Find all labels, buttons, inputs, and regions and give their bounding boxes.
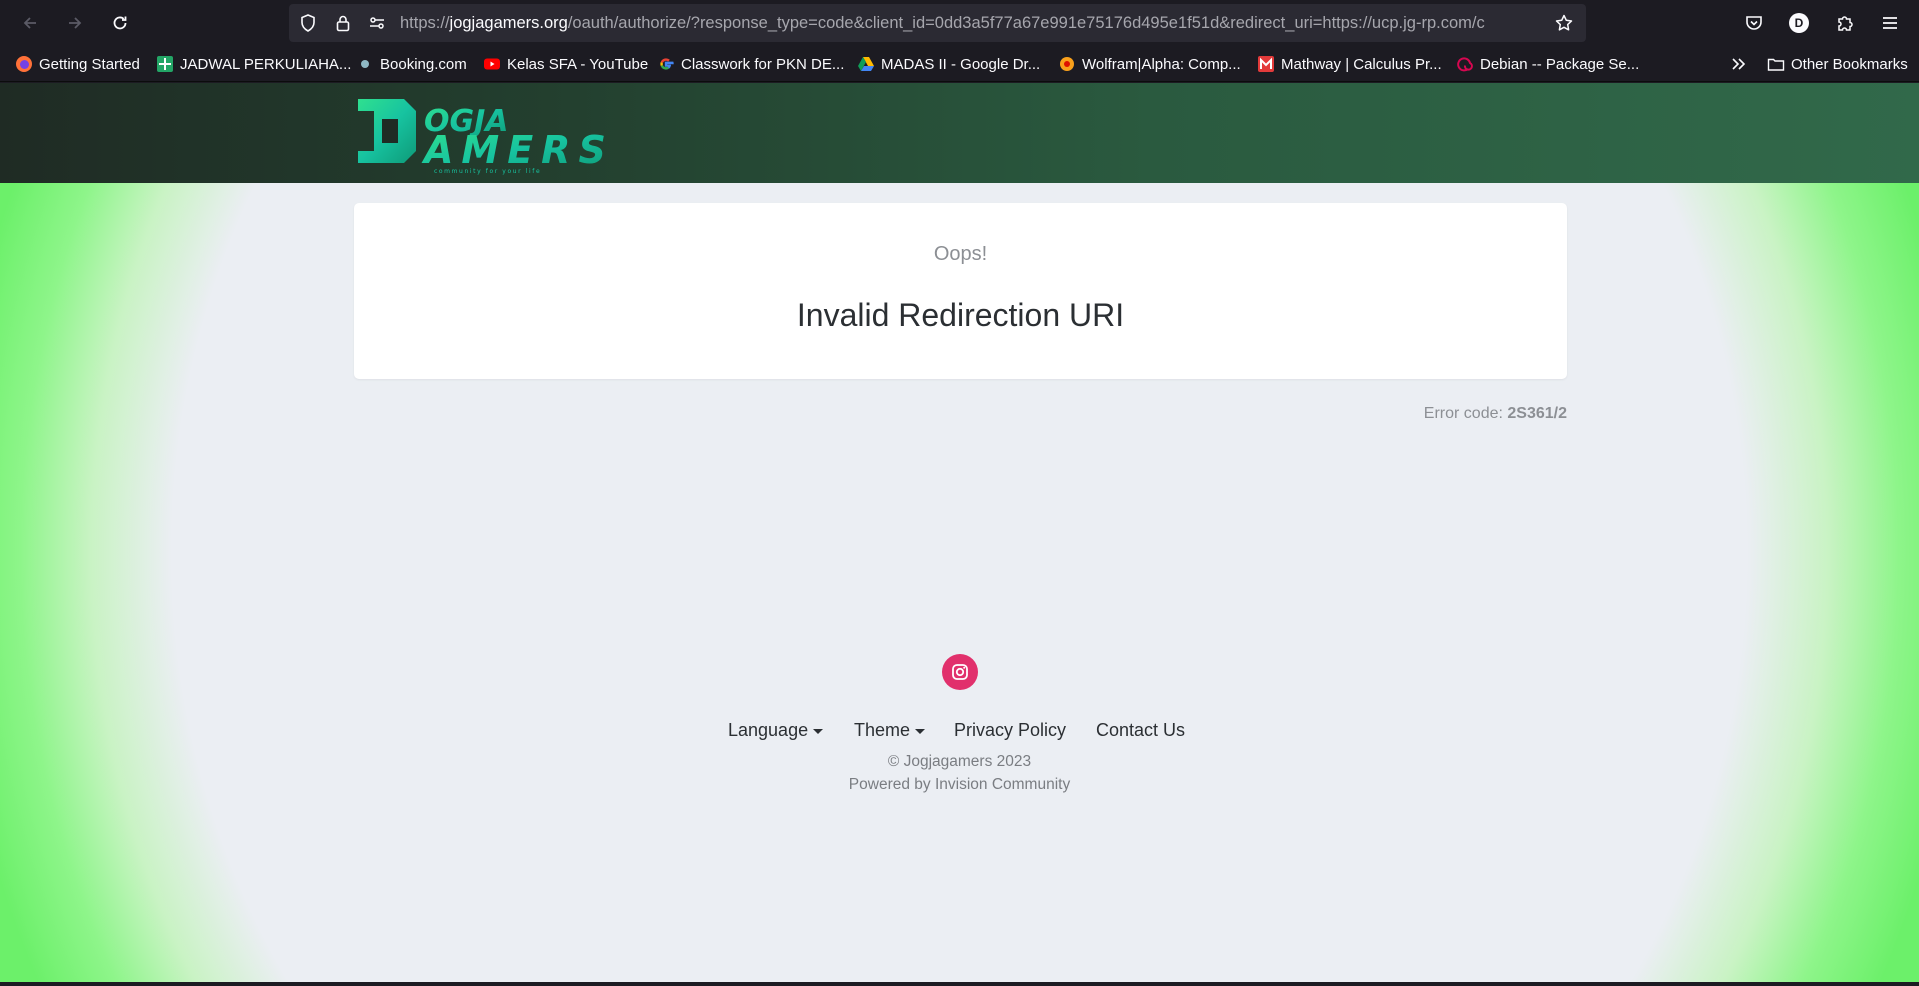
logo-text-bottom: AMERS xyxy=(421,128,614,172)
bookmark-item[interactable]: JADWAL PERKULIAHA... xyxy=(156,52,351,76)
reload-icon xyxy=(113,16,127,30)
reload-button[interactable] xyxy=(105,8,135,38)
language-label: Language xyxy=(728,720,809,740)
bookmark-label: Classwork for PKN DE... xyxy=(681,55,845,73)
bookmark-item[interactable]: Kelas SFA - YouTube xyxy=(483,52,648,76)
error-code-value: 2S361/2 xyxy=(1507,405,1567,422)
copyright-text: © Jogjagamers 2023 xyxy=(887,753,1032,770)
bookmark-label: MADAS II - Google Dr... xyxy=(881,55,1041,73)
bottom-edge xyxy=(0,982,1919,986)
logo-tagline: community for your life xyxy=(434,168,541,175)
language-menu[interactable]: Language xyxy=(728,720,824,741)
bookmarks-overflow-button[interactable] xyxy=(1729,52,1753,76)
error-code: Error code: 2S361/2 xyxy=(1200,405,1567,423)
url-host: jogjagamers.org xyxy=(449,14,568,32)
bookmark-label: Booking.com xyxy=(380,55,467,73)
arrow-right-icon xyxy=(69,17,82,29)
permissions-button[interactable] xyxy=(367,13,387,33)
pocket-icon xyxy=(1746,16,1762,30)
extensions-button[interactable] xyxy=(1831,9,1859,37)
bookmark-page-button[interactable] xyxy=(1554,13,1574,33)
url-text[interactable]: https://jogjagamers.org/oauth/authorize/… xyxy=(400,4,1520,42)
bookmark-item[interactable]: MADAS II - Google Dr... xyxy=(857,52,1040,76)
bookmark-label: Kelas SFA - YouTube xyxy=(507,55,649,73)
bookmark-label: Getting Started xyxy=(39,55,140,73)
star-icon xyxy=(1555,14,1573,31)
privacy-policy-link[interactable]: Privacy Policy xyxy=(954,720,1066,741)
google-icon xyxy=(657,55,675,73)
booking-icon xyxy=(356,55,374,73)
mathway-icon xyxy=(1257,55,1275,73)
folder-icon xyxy=(1767,55,1785,73)
bookmark-item[interactable]: Debian -- Package Se... xyxy=(1456,52,1639,76)
theme-label: Theme xyxy=(854,720,911,740)
debian-icon xyxy=(1456,55,1474,73)
sliders-icon xyxy=(370,17,384,29)
page-content: OGJA AMERS community for your life Oops!… xyxy=(0,83,1919,986)
youtube-icon xyxy=(483,55,501,73)
bookmark-label: Wolfram|Alpha: Comp... xyxy=(1082,55,1241,73)
bookmark-label: Debian -- Package Se... xyxy=(1480,55,1640,73)
back-button[interactable] xyxy=(15,8,45,38)
google-drive-icon xyxy=(857,55,875,73)
forward-button[interactable] xyxy=(60,8,90,38)
error-heading: Oops! xyxy=(933,243,988,265)
sheets-icon xyxy=(156,55,174,73)
browser-toolbar: https://jogjagamers.org/oauth/authorize/… xyxy=(0,0,1919,46)
privacy-label: Privacy Policy xyxy=(954,720,1067,740)
other-bookmarks-folder[interactable]: Other Bookmarks xyxy=(1767,52,1908,76)
footer-links: Language Theme Privacy Policy Contact Us xyxy=(0,720,1919,748)
puzzle-icon xyxy=(1838,16,1853,31)
site-header: OGJA AMERS community for your life xyxy=(0,83,1919,183)
bookmark-label: Mathway | Calculus Pr... xyxy=(1281,55,1442,73)
hamburger-icon xyxy=(1883,17,1897,29)
powered-by: Powered by Invision Community xyxy=(0,776,1919,794)
error-message: Invalid Redirection URI xyxy=(796,297,1125,333)
lock-icon xyxy=(336,15,350,32)
instagram-link[interactable] xyxy=(942,654,978,690)
bookmark-item[interactable]: Mathway | Calculus Pr... xyxy=(1257,52,1442,76)
other-bookmarks-label: Other Bookmarks xyxy=(1791,55,1908,73)
contact-label: Contact Us xyxy=(1096,720,1186,740)
bookmarks-toolbar: Getting Started JADWAL PERKULIAHA... Boo… xyxy=(0,46,1919,82)
tracking-protection-button[interactable] xyxy=(298,13,318,33)
caret-down-icon xyxy=(915,726,926,736)
error-code-label: Error code: xyxy=(1423,405,1503,422)
firefox-icon xyxy=(15,55,33,73)
bookmark-item[interactable]: Booking.com xyxy=(356,52,467,76)
bookmark-item[interactable]: Getting Started xyxy=(15,52,140,76)
site-logo[interactable]: OGJA AMERS community for your life xyxy=(352,91,682,175)
contact-us-link[interactable]: Contact Us xyxy=(1096,720,1185,741)
wolfram-icon xyxy=(1058,55,1076,73)
caret-down-icon xyxy=(813,726,824,736)
pocket-button[interactable] xyxy=(1740,9,1768,37)
app-menu-button[interactable] xyxy=(1876,9,1904,37)
url-path: /oauth/authorize/?response_type=code&cli… xyxy=(567,14,1485,32)
url-bar[interactable]: https://jogjagamers.org/oauth/authorize/… xyxy=(289,4,1586,42)
powered-by-link[interactable]: Powered by Invision Community xyxy=(849,776,1070,793)
bookmark-item[interactable]: Wolfram|Alpha: Comp... xyxy=(1058,52,1241,76)
site-security-button[interactable] xyxy=(333,13,353,33)
error-card: Oops! Invalid Redirection URI xyxy=(354,203,1567,379)
url-scheme: https:// xyxy=(400,14,450,32)
avatar: D xyxy=(1789,13,1809,33)
chevrons-right-icon xyxy=(1729,55,1747,73)
account-button[interactable]: D xyxy=(1785,9,1813,37)
instagram-icon xyxy=(952,664,968,680)
theme-menu[interactable]: Theme xyxy=(854,720,926,741)
shield-icon xyxy=(301,14,315,32)
bookmark-label: JADWAL PERKULIAHA... xyxy=(180,55,352,73)
bookmark-item[interactable]: Classwork for PKN DE... xyxy=(657,52,844,76)
arrow-left-icon xyxy=(23,17,36,29)
